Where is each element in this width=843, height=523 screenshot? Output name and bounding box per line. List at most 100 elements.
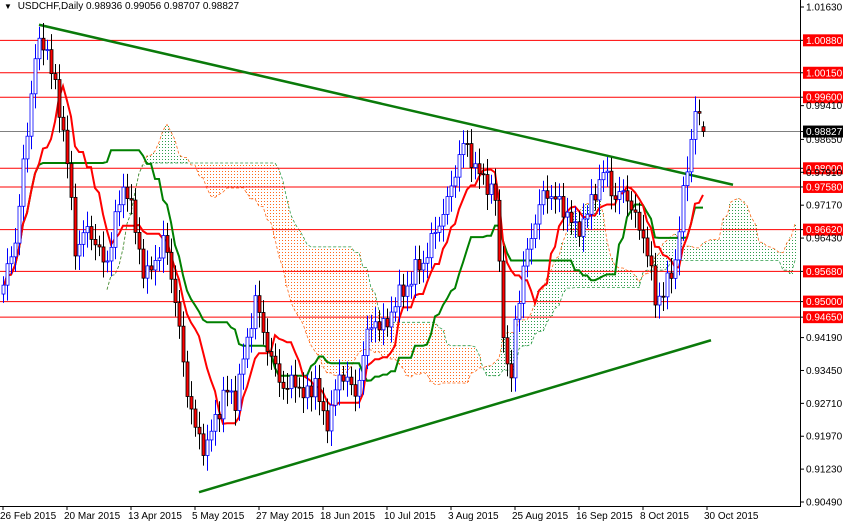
y-tick-label: 1.01630 — [806, 3, 843, 14]
bull-candle — [689, 138, 694, 173]
bull-candle — [585, 213, 590, 220]
bull-candle — [621, 190, 626, 193]
cloud-segment — [529, 313, 533, 345]
symbol-label: USDCHF,Daily — [17, 1, 84, 12]
cloud-segment — [561, 241, 565, 294]
cloud-segment — [689, 246, 693, 261]
bear-candle — [577, 221, 582, 237]
bear-candle — [173, 278, 178, 304]
bull-candle — [589, 194, 594, 215]
bull-candle — [289, 374, 294, 389]
low-value: 0.98707 — [163, 1, 201, 12]
bull-candle — [361, 355, 366, 381]
bear-candle — [637, 211, 642, 231]
price-chart[interactable]: 1.016301.008801.001500.996000.994100.988… — [0, 0, 843, 523]
bull-candle — [1, 284, 6, 295]
bull-candle — [489, 183, 494, 195]
bear-candle — [701, 126, 706, 132]
bull-candle — [409, 283, 414, 287]
cloud-segment — [709, 239, 713, 261]
cloud-segment — [725, 215, 729, 261]
cloud-segment — [157, 142, 161, 163]
bull-candle — [229, 390, 234, 393]
bear-candle — [141, 248, 146, 279]
bull-candle — [305, 385, 310, 399]
bull-candle — [109, 246, 114, 262]
bear-candle — [469, 143, 474, 168]
bear-candle — [641, 229, 646, 239]
bear-candle — [481, 173, 486, 176]
bull-candle — [673, 259, 678, 279]
bull-candle — [161, 235, 166, 259]
cloud-segment — [281, 180, 285, 269]
cloud-segment — [425, 322, 429, 375]
bull-candle — [513, 318, 518, 379]
bear-candle — [69, 163, 74, 198]
cloud-segment — [329, 246, 333, 373]
bear-candle — [53, 73, 58, 80]
bull-candle — [581, 218, 586, 237]
cloud-segment — [161, 130, 165, 163]
y-tick-label: 0.90490 — [806, 498, 843, 509]
bear-candle — [649, 255, 654, 267]
bear-candle — [553, 196, 558, 200]
x-tick-label: 16 Sep 2015 — [576, 511, 633, 522]
bull-candle — [153, 260, 158, 271]
bear-candle — [149, 265, 154, 271]
cloud-segment — [761, 242, 765, 261]
cloud-segment — [173, 139, 177, 163]
cloud-segment — [265, 162, 269, 220]
bull-candle — [313, 378, 318, 398]
x-tick-label: 20 Mar 2015 — [64, 511, 121, 522]
dropdown-triangle-icon[interactable]: ▼ — [4, 2, 12, 11]
bull-candle — [533, 223, 538, 239]
bull-candle — [657, 295, 662, 306]
bull-candle — [389, 311, 394, 328]
bear-candle — [165, 235, 170, 253]
bull-candle — [81, 232, 86, 245]
bear-candle — [349, 376, 354, 386]
bear-candle — [97, 244, 102, 248]
cloud-segment — [217, 162, 221, 195]
cloud-segment — [453, 345, 457, 384]
cloud-segment — [273, 162, 277, 239]
bear-candle — [613, 195, 618, 200]
bear-candle — [265, 331, 270, 352]
bull-candle — [433, 231, 438, 234]
cloud-segment — [181, 157, 185, 163]
bear-candle — [137, 232, 142, 250]
cloud-segment — [629, 270, 633, 288]
cloud-segment — [705, 241, 709, 261]
bull-candle — [457, 154, 462, 178]
bull-candle — [437, 225, 442, 233]
bear-candle — [465, 143, 470, 145]
bull-candle — [241, 358, 246, 375]
y-tick-label: 0.95000 — [806, 297, 843, 308]
cloud-segment — [105, 289, 109, 291]
bear-candle — [317, 378, 322, 403]
bear-candle — [129, 198, 134, 201]
bull-candle — [249, 328, 254, 338]
bull-candle — [521, 265, 526, 304]
bear-candle — [73, 196, 78, 257]
cloud-segment — [441, 329, 445, 384]
cloud-segment — [449, 345, 453, 384]
bull-candle — [441, 214, 446, 227]
cloud-segment — [493, 361, 497, 376]
cloud-segment — [405, 322, 409, 376]
x-tick-label: 25 Aug 2015 — [512, 511, 569, 522]
cloud-segment — [433, 322, 437, 385]
cloud-segment — [245, 162, 249, 194]
cloud-segment — [165, 124, 169, 163]
bull-candle — [549, 196, 554, 199]
bull-candle — [337, 374, 342, 391]
y-tick-label: 0.91230 — [806, 465, 843, 476]
cloud-segment — [549, 270, 553, 317]
cloud-segment — [289, 215, 293, 303]
cloud-segment — [469, 345, 473, 374]
bear-candle — [609, 170, 614, 197]
cloud-segment — [773, 249, 777, 261]
bear-candle — [65, 129, 70, 165]
bear-candle — [225, 389, 230, 393]
bull-candle — [413, 259, 418, 285]
